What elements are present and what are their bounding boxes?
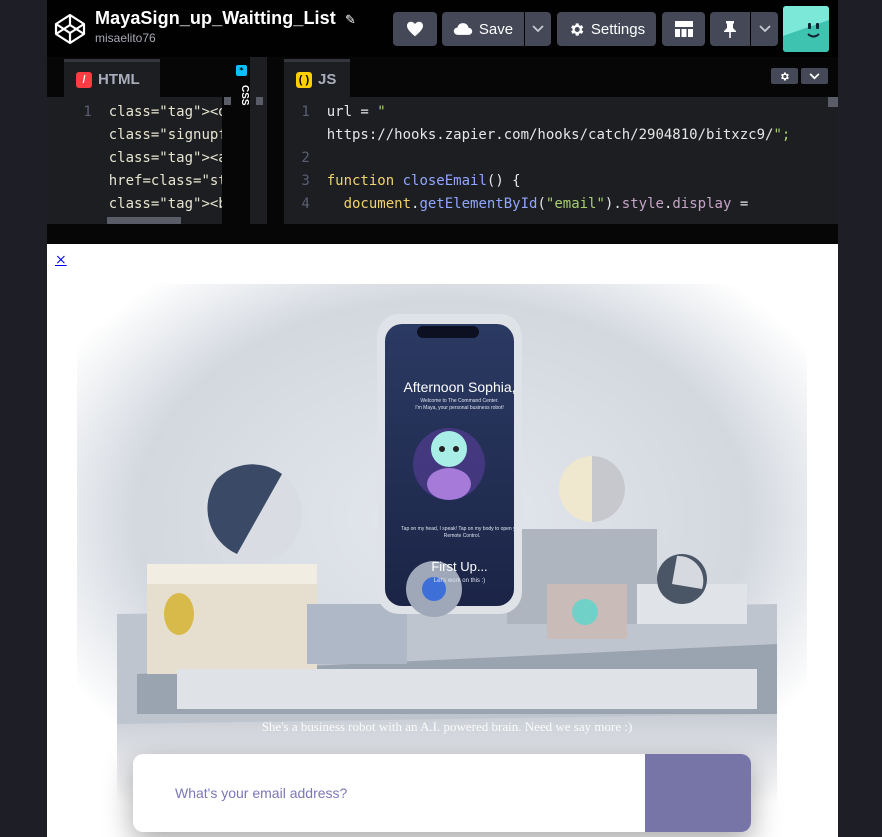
css-badge-icon: * bbox=[236, 65, 247, 76]
phone-intro: I'm Maya, your personal business robot! bbox=[415, 405, 504, 411]
scroll-thumb[interactable] bbox=[256, 97, 263, 105]
heart-icon bbox=[407, 21, 423, 37]
layout-grid-icon bbox=[674, 21, 693, 37]
code-line[interactable]: https://hooks.zapier.com/hooks/catch/290… bbox=[293, 124, 823, 147]
js-editor-bar bbox=[284, 57, 838, 97]
code-text: https://hooks.zapier.com/hooks/catch/290… bbox=[326, 127, 791, 143]
code-text: class="tag"><div bbox=[108, 104, 233, 120]
close-link[interactable]: × bbox=[55, 252, 67, 268]
author-username[interactable]: misaelito76 bbox=[95, 31, 356, 45]
tab-js[interactable]: ( ) JS bbox=[284, 59, 350, 97]
html-badge-icon: / bbox=[76, 71, 92, 88]
code-text: class="tag"><a class="clos bbox=[108, 150, 227, 166]
phone-greeting: Afternoon Sophia, bbox=[403, 379, 516, 395]
tab-css-label: CSS bbox=[239, 85, 250, 106]
change-view-button[interactable] bbox=[662, 12, 705, 46]
js-settings-button[interactable] bbox=[771, 68, 798, 84]
save-dropdown-button[interactable] bbox=[525, 12, 551, 46]
line-number bbox=[293, 127, 327, 143]
code-text: href=class="str">"#"class="tag">>&times bbox=[108, 173, 233, 189]
chevron-down-icon bbox=[758, 25, 771, 33]
chevron-down-icon bbox=[532, 25, 544, 33]
css-editor-collapsed[interactable]: * CSS bbox=[233, 57, 250, 224]
phone-first-up: First Up... bbox=[431, 559, 488, 574]
settings-button[interactable]: Settings bbox=[557, 12, 656, 46]
email-input[interactable] bbox=[133, 754, 645, 832]
tab-js-label: JS bbox=[318, 71, 337, 88]
line-number bbox=[75, 173, 109, 189]
tab-html[interactable]: / HTML bbox=[64, 59, 160, 97]
code-line[interactable]: href=class="str">"#"class="tag">>&times bbox=[75, 170, 233, 193]
code-line[interactable]: class="tag"><a class="clos bbox=[75, 147, 233, 170]
editor-resizer[interactable] bbox=[250, 57, 267, 224]
editor-panels: / HTML 1 class="tag"><div class="signupf… bbox=[47, 57, 838, 224]
code-line[interactable]: 3 function closeEmail() { bbox=[293, 170, 823, 193]
line-number: 4 bbox=[293, 196, 327, 212]
pen-title[interactable]: MayaSign_up_Waitting_List bbox=[95, 8, 336, 28]
gear-icon bbox=[781, 72, 789, 80]
phone-work: Let's work on this :) bbox=[433, 578, 486, 584]
code-line[interactable]: class="tag"><brclass="tag">>class="tag">… bbox=[75, 193, 233, 216]
code-text: class="signupf bbox=[108, 127, 227, 143]
editor-gutter bbox=[267, 57, 284, 224]
save-button[interactable]: Save bbox=[442, 12, 524, 46]
edit-pencil-icon[interactable]: ✎ bbox=[345, 13, 356, 28]
codepen-logo-icon[interactable] bbox=[53, 12, 87, 46]
js-scroll-thumb[interactable] bbox=[828, 97, 838, 107]
code-line[interactable]: 1 class="tag"><div bbox=[75, 101, 233, 124]
title-block: MayaSign_up_Waitting_List ✎ misaelito76 bbox=[95, 8, 356, 45]
js-badge-icon: ( ) bbox=[296, 71, 312, 88]
code-line[interactable]: 2 bbox=[293, 147, 823, 170]
code-line[interactable]: 1 url = " bbox=[293, 101, 823, 124]
user-avatar[interactable] bbox=[783, 6, 829, 52]
line-number: 1 bbox=[75, 104, 109, 120]
pin-dropdown-button[interactable] bbox=[751, 12, 778, 46]
signup-form bbox=[133, 754, 751, 832]
code-line[interactable]: 4 document.getElementById("email").style… bbox=[293, 193, 823, 216]
line-number bbox=[75, 196, 109, 212]
phone-hint: Tap on my head, I speak! Tap on my body … bbox=[401, 526, 523, 539]
line-number: 3 bbox=[293, 173, 327, 189]
code-text: url = " bbox=[326, 104, 386, 120]
line-number: 2 bbox=[293, 150, 327, 166]
line-number: 1 bbox=[293, 104, 327, 120]
scroll-thumb[interactable] bbox=[224, 97, 231, 105]
code-text: class="tag"><brclass="tag">>class="tag">… bbox=[108, 196, 233, 212]
pen-header: MayaSign_up_Waitting_List ✎ misaelito76 … bbox=[47, 0, 838, 57]
html-scrollbar[interactable] bbox=[222, 97, 233, 224]
line-number bbox=[75, 127, 109, 143]
pin-button[interactable] bbox=[710, 12, 750, 46]
settings-label: Settings bbox=[590, 20, 646, 38]
chevron-down-icon bbox=[809, 72, 820, 79]
result-preview: × Afternoon Sophia, Welcome to The Comma… bbox=[47, 244, 838, 837]
editor-bottom-strip bbox=[47, 224, 838, 244]
html-hscroll-thumb[interactable] bbox=[107, 217, 181, 224]
love-button[interactable] bbox=[393, 12, 437, 46]
line-number bbox=[75, 150, 109, 166]
code-text: function closeEmail() { bbox=[326, 173, 521, 189]
code-text: document.getElementById("email").style.d… bbox=[343, 196, 749, 212]
pin-icon bbox=[724, 21, 736, 38]
hero-subtitle: She's a business robot with an A.I. powe… bbox=[261, 719, 633, 734]
phone-welcome: Welcome to The Command Center. bbox=[420, 398, 499, 404]
html-code[interactable]: 1 class="tag"><div class="signupf class=… bbox=[75, 101, 233, 224]
gear-icon bbox=[571, 22, 584, 36]
code-line[interactable]: class="signupf bbox=[75, 124, 233, 147]
js-collapse-button[interactable] bbox=[801, 68, 828, 84]
js-code[interactable]: 1 url = " https://hooks.zapier.com/hooks… bbox=[293, 101, 823, 224]
save-label: Save bbox=[478, 20, 514, 38]
submit-button[interactable] bbox=[645, 754, 751, 832]
tab-html-label: HTML bbox=[98, 71, 140, 88]
cloud-icon bbox=[453, 23, 473, 35]
